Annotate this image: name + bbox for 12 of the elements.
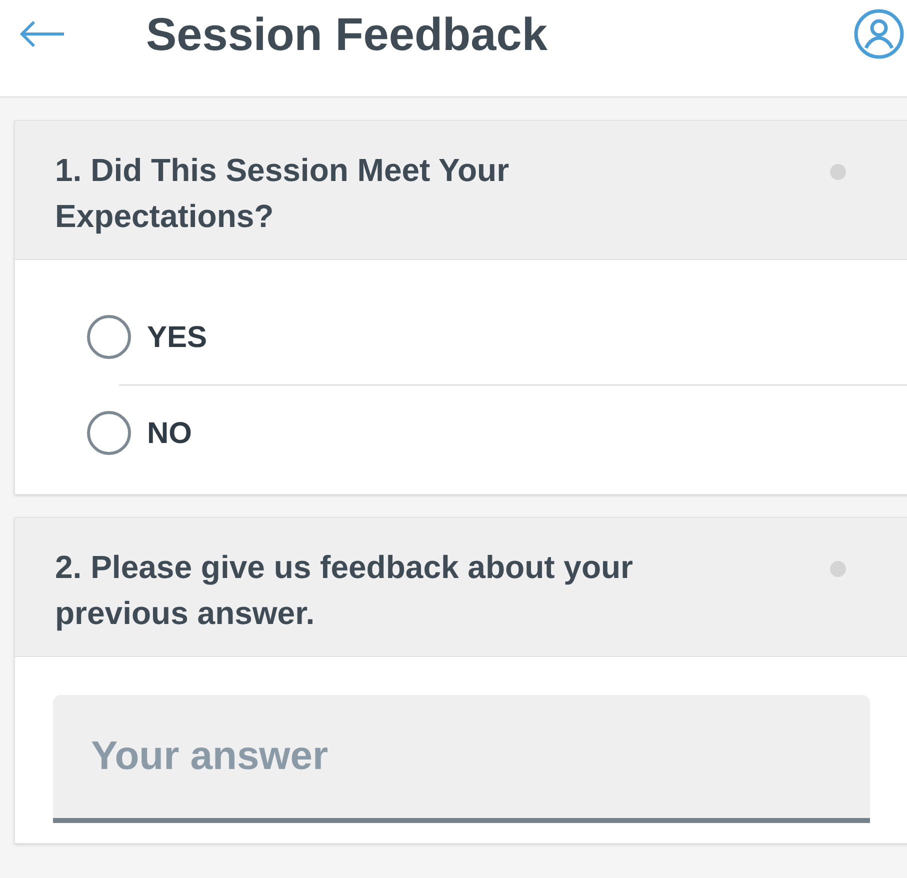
question-title: 2. Please give us feedback about your previous answer. <box>55 548 634 633</box>
profile-icon[interactable] <box>853 8 905 60</box>
radio-option[interactable]: NO <box>15 386 907 480</box>
option-label: YES <box>147 320 208 356</box>
radio-option[interactable]: YES <box>15 290 907 384</box>
back-icon[interactable] <box>18 19 66 49</box>
answer-field[interactable]: Your answer <box>53 695 870 823</box>
option-label: NO <box>147 416 192 452</box>
question-title: 1. Did This Session Meet Your Expectations? <box>55 151 510 236</box>
radio-button[interactable] <box>87 411 131 455</box>
page-title: Session Feedback <box>146 6 548 62</box>
radio-button[interactable] <box>87 315 131 359</box>
